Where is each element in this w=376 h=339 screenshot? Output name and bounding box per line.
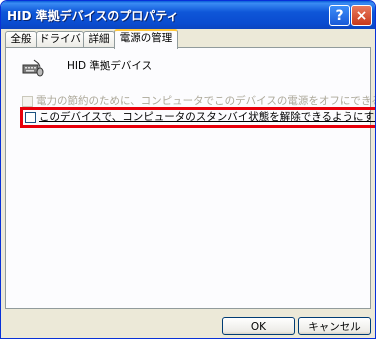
cancel-button[interactable]: キャンセル	[298, 317, 371, 335]
device-name: HID 準拠デバイス	[67, 60, 153, 72]
properties-dialog: HID 準拠デバイスのプロパティ ? × 全般 ドライバ 詳細 電源の管理 HI…	[0, 0, 376, 339]
keyboard-mouse-icon	[22, 59, 44, 77]
allow-power-off-checkbox	[22, 95, 33, 107]
ok-button[interactable]: OK	[222, 317, 295, 335]
allow-wake-label[interactable]: このデバイスで、コンピュータのスタンバイ状態を解除できるようにする	[39, 111, 375, 123]
allow-power-off-label: 電力の節約のために、コンピュータでこのデバイスの電源をオフにできるようにする	[36, 95, 375, 107]
title-bar[interactable]: HID 準拠デバイスのプロパティ ? ×	[1, 1, 375, 29]
help-button[interactable]: ?	[329, 5, 350, 26]
tab-driver[interactable]: ドライバ	[36, 31, 84, 47]
tab-panel: HID 準拠デバイス 電力の節約のために、コンピュータでこのデバイスの電源をオフ…	[5, 47, 375, 309]
tab-power-management[interactable]: 電源の管理	[114, 29, 178, 49]
window-title: HID 準拠デバイスのプロパティ	[7, 9, 179, 23]
option-allow-wake[interactable]: このデバイスで、コンピュータのスタンバイ状態を解除できるようにする	[20, 107, 375, 128]
close-button[interactable]: ×	[351, 5, 372, 26]
allow-wake-checkbox[interactable]	[25, 111, 36, 123]
tab-general[interactable]: 全般	[5, 31, 37, 47]
option-allow-power-off: 電力の節約のために、コンピュータでこのデバイスの電源をオフにできるようにする	[22, 93, 375, 108]
tab-details[interactable]: 詳細	[83, 31, 115, 47]
